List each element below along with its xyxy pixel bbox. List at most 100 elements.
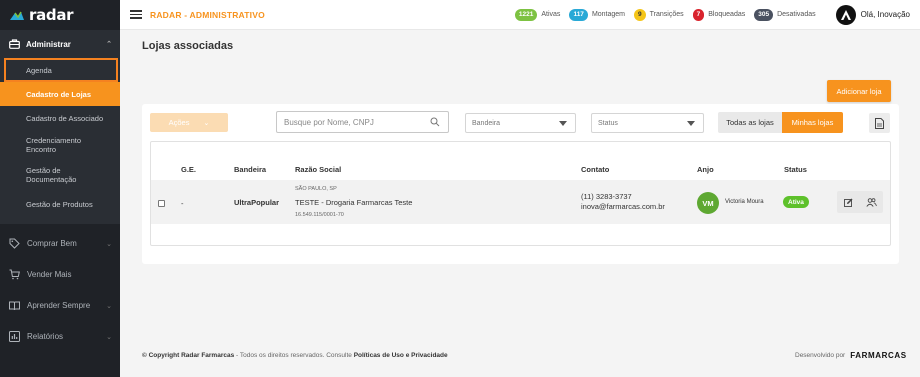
cell-email: inova@farmarcas.com.br bbox=[581, 202, 665, 211]
nav-comprar-bem[interactable]: Comprar Bem ⌄ bbox=[0, 228, 120, 259]
counter-montagem-badge[interactable]: 117 bbox=[569, 8, 588, 21]
sidebar-item-label: Agenda bbox=[26, 65, 52, 75]
cell-anjo-nome: Victoria Moura bbox=[725, 199, 764, 205]
search-icon[interactable] bbox=[430, 117, 440, 127]
sidebar-item-credenciamento[interactable]: Credenciamento Encontro bbox=[0, 130, 120, 160]
cart-icon bbox=[8, 269, 20, 281]
topbar: RADAR - ADMINISTRATIVO 1221 Ativas 117 M… bbox=[120, 0, 920, 30]
nav-relatorios[interactable]: Relatórios ⌄ bbox=[0, 321, 120, 352]
bandeira-select-value: Bandeira bbox=[472, 119, 501, 127]
counter-bloqueadas-badge[interactable]: 7 bbox=[692, 8, 705, 21]
counter-bloqueadas-label: Bloqueadas bbox=[708, 11, 746, 18]
caret-down-icon bbox=[687, 121, 695, 126]
cell-bandeira: UltraPopular bbox=[234, 198, 280, 207]
add-store-button[interactable]: Adicionar loja bbox=[827, 80, 891, 102]
caret-down-icon bbox=[559, 121, 567, 126]
chart-icon bbox=[8, 331, 20, 343]
toggle-todas-lojas[interactable]: Todas as lojas bbox=[718, 112, 782, 133]
counter-transicoes-label: Transições bbox=[649, 11, 684, 18]
sidebar-item-label: Credenciamento Encontro bbox=[26, 136, 82, 154]
nav-relatorios-label: Relatórios bbox=[27, 332, 64, 341]
row-actions bbox=[837, 191, 883, 213]
chevron-down-icon: ⌄ bbox=[106, 333, 112, 341]
chevron-down-icon: ⌄ bbox=[106, 240, 112, 248]
edit-icon[interactable] bbox=[843, 198, 853, 207]
cell-telefone: (11) 3283-3737 bbox=[581, 192, 632, 201]
nav-administrar[interactable]: Administrar ⌃ bbox=[0, 30, 120, 58]
sidebar-item-agenda[interactable]: Agenda bbox=[4, 58, 118, 82]
actions-dropdown[interactable]: Ações ⌄ bbox=[150, 113, 228, 132]
logo[interactable]: radar bbox=[0, 0, 120, 30]
developed-by-label: Desenvolvido por bbox=[795, 352, 846, 359]
user-avatar bbox=[835, 4, 856, 25]
document-export-icon bbox=[875, 117, 884, 129]
users-icon[interactable] bbox=[865, 197, 877, 207]
inovacao-logo-icon bbox=[840, 9, 851, 20]
logo-text: radar bbox=[29, 6, 74, 24]
column-header-contato[interactable]: Contato bbox=[581, 165, 609, 174]
footer-copyright: © Copyright Radar Farmarcas bbox=[142, 352, 235, 359]
counter-transicoes-badge[interactable]: 9 bbox=[634, 8, 646, 21]
menu-icon[interactable] bbox=[130, 8, 142, 21]
nav-administrar-label: Administrar bbox=[26, 39, 71, 49]
counter-desativadas-badge[interactable]: 305 bbox=[754, 8, 774, 21]
cell-razao-social[interactable]: TESTE - Drogaria Farmarcas Teste bbox=[295, 198, 412, 207]
farmarcas-logo[interactable]: FARMARCAS bbox=[850, 351, 907, 360]
sidebar: radar Administrar ⌃ Agenda Cadastro de L… bbox=[0, 0, 120, 377]
user-menu[interactable]: Olá, Inovação bbox=[835, 4, 910, 25]
status-select-value: Status bbox=[598, 119, 618, 127]
actions-label: Ações bbox=[168, 118, 190, 127]
row-checkbox[interactable] bbox=[158, 200, 165, 207]
chevron-down-icon: ⌄ bbox=[106, 302, 112, 310]
nav-aprender-sempre[interactable]: Aprender Sempre ⌄ bbox=[0, 290, 120, 321]
chevron-down-icon: ⌄ bbox=[203, 119, 210, 127]
status-badge: Ativa bbox=[783, 196, 809, 208]
tag-icon bbox=[8, 238, 20, 250]
counter-ativas-badge[interactable]: 1221 bbox=[514, 8, 538, 21]
sidebar-item-label: Cadastro de Associado bbox=[26, 113, 104, 123]
cell-ge: - bbox=[181, 199, 184, 208]
bandeira-select[interactable]: Bandeira bbox=[465, 113, 576, 133]
column-header-ge[interactable]: G.E. bbox=[181, 165, 196, 174]
footer-rights: - Todos os direitos reservados. Consulte bbox=[234, 352, 354, 359]
anjo-avatar: VM bbox=[697, 192, 719, 214]
search-field[interactable] bbox=[276, 111, 449, 133]
sidebar-item-label: Cadastro de Lojas bbox=[26, 89, 92, 99]
book-icon bbox=[8, 300, 20, 312]
store-scope-toggle: Todas as lojas Minhas lojas bbox=[718, 112, 843, 133]
cell-cidade: SÃO PAULO, SP bbox=[295, 186, 337, 192]
sidebar-item-label: Gestão de Produtos bbox=[26, 199, 93, 209]
counter-ativas-label: Ativas bbox=[541, 11, 561, 18]
search-input[interactable] bbox=[284, 117, 424, 127]
footer: © Copyright Radar Farmarcas - Todos os d… bbox=[142, 352, 448, 359]
briefcase-icon bbox=[8, 38, 20, 50]
column-header-razao-social[interactable]: Razão Social bbox=[295, 165, 341, 174]
counter-desativadas-label: Desativadas bbox=[777, 11, 816, 18]
page-title: Lojas associadas bbox=[142, 40, 234, 52]
nav-vender-label: Vender Mais bbox=[27, 270, 72, 279]
counter-montagem-label: Montagem bbox=[591, 11, 626, 18]
nav-vender-mais[interactable]: Vender Mais bbox=[0, 259, 120, 290]
app-title: RADAR - ADMINISTRATIVO bbox=[150, 9, 265, 20]
footer-policies-link[interactable]: Políticas de Uso e Privacidade bbox=[354, 352, 448, 359]
column-header-bandeira[interactable]: Bandeira bbox=[234, 165, 266, 174]
chevron-up-icon: ⌃ bbox=[106, 41, 112, 48]
nav-group-administrar: Administrar ⌃ Agenda Cadastro de Lojas C… bbox=[0, 30, 120, 224]
column-header-anjo[interactable]: Anjo bbox=[697, 165, 714, 174]
sidebar-item-cadastro-associado[interactable]: Cadastro de Associado bbox=[0, 106, 120, 130]
sidebar-item-gestao-produtos[interactable]: Gestão de Produtos bbox=[0, 190, 120, 218]
export-button[interactable] bbox=[869, 113, 890, 133]
cell-cnpj: 16.549.115/0001-70 bbox=[295, 212, 344, 218]
sidebar-item-label: Gestão de Documentação bbox=[26, 166, 77, 184]
toggle-minhas-lojas[interactable]: Minhas lojas bbox=[782, 112, 843, 133]
nav-comprar-label: Comprar Bem bbox=[27, 239, 77, 248]
user-greeting: Olá, Inovação bbox=[860, 10, 910, 19]
sidebar-item-gestao-documentacao[interactable]: Gestão de Documentação bbox=[0, 160, 120, 190]
store-counters: 1221 Ativas 117 Montagem 9 Transições 7 … bbox=[514, 8, 821, 21]
developer-credit: Desenvolvido por FARMARCAS bbox=[795, 351, 907, 360]
column-header-status[interactable]: Status bbox=[784, 165, 807, 174]
status-select[interactable]: Status bbox=[591, 113, 704, 133]
sidebar-item-cadastro-lojas[interactable]: Cadastro de Lojas bbox=[0, 82, 120, 106]
radar-logo-icon bbox=[10, 11, 24, 20]
nav-aprender-label: Aprender Sempre bbox=[27, 301, 91, 310]
